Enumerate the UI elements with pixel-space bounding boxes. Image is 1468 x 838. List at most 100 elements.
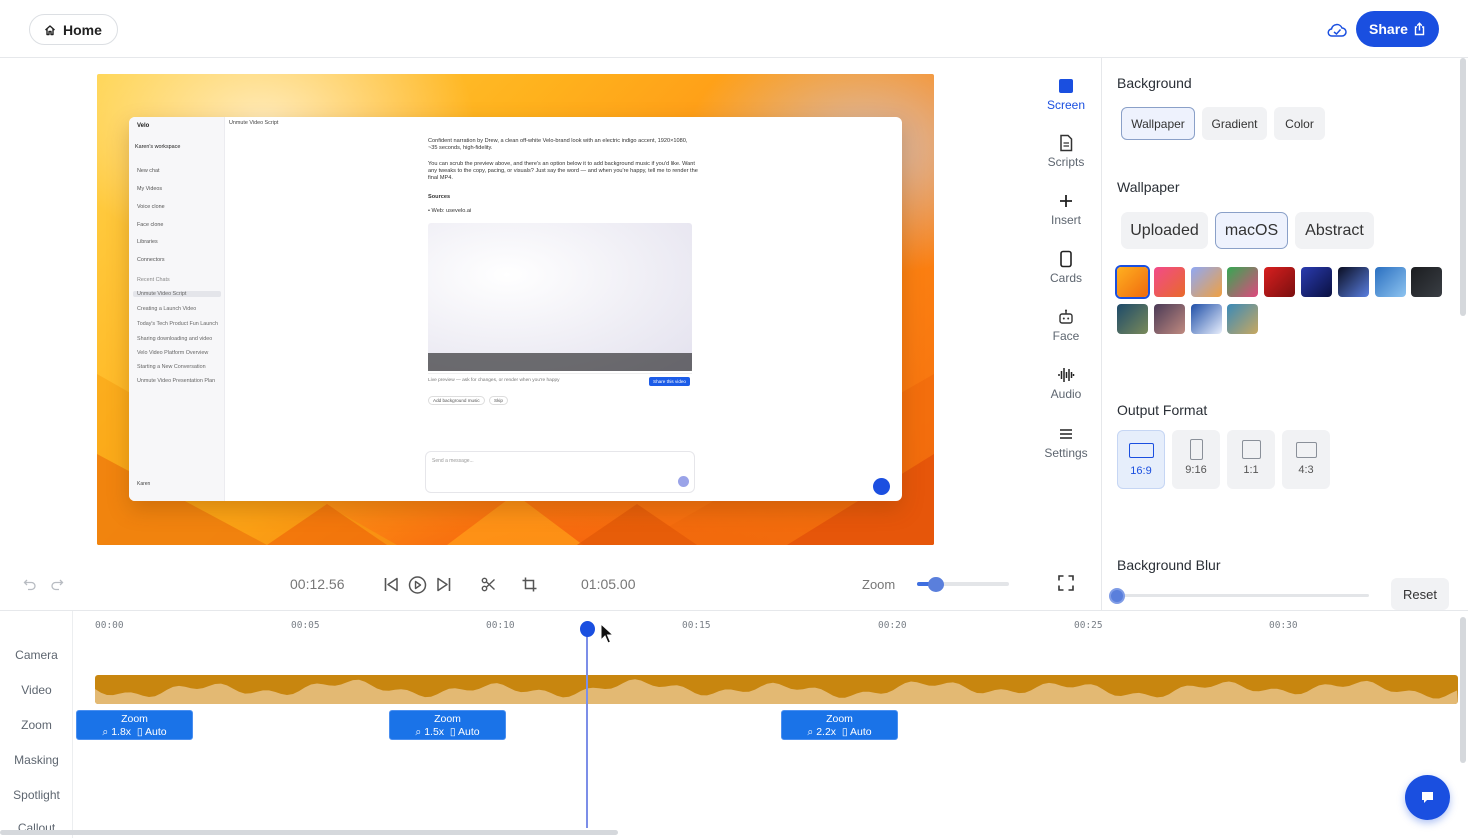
wallpaper-thumbnail[interactable] xyxy=(1153,304,1185,334)
wallpaper-thumbnail[interactable] xyxy=(1117,304,1148,334)
home-icon xyxy=(45,24,55,35)
tool-settings[interactable]: Settings xyxy=(1036,425,1096,460)
scissors-icon[interactable] xyxy=(481,577,496,592)
zoom-clip-title: Zoom xyxy=(826,713,853,725)
tool-scripts[interactable]: Scripts xyxy=(1036,134,1096,169)
card-icon xyxy=(1060,250,1072,268)
mouse-icon: ▯ xyxy=(136,726,143,738)
tab-macos[interactable]: macOS xyxy=(1215,212,1288,249)
crop-icon[interactable] xyxy=(522,577,537,592)
track-label-masking: Masking xyxy=(14,753,59,767)
message-box: Send a message... xyxy=(425,451,695,493)
zoom-clip[interactable]: Zoom ⌕ 1.5x ▯ Auto xyxy=(389,710,506,740)
cloud-saved-icon[interactable] xyxy=(1326,19,1348,41)
wallpaper-thumbnail[interactable] xyxy=(1227,304,1259,334)
playhead-line xyxy=(586,630,588,828)
time-tick: 00:20 xyxy=(878,620,907,631)
format-16-9[interactable]: 16:9 xyxy=(1117,430,1165,489)
current-time: 00:12.56 xyxy=(290,576,345,592)
playhead-handle[interactable] xyxy=(580,621,595,637)
wallpaper-thumbnail[interactable] xyxy=(1264,267,1296,297)
format-label: 9:16 xyxy=(1185,464,1207,476)
zoom-factor: 2.2x xyxy=(816,726,837,738)
format-1-1[interactable]: 1:1 xyxy=(1227,430,1275,489)
home-button[interactable]: Home xyxy=(29,14,118,45)
tab-abstract[interactable]: Abstract xyxy=(1295,212,1374,249)
zoom-mode: Auto xyxy=(145,726,167,738)
zoom-slider-handle[interactable] xyxy=(928,577,944,592)
tab-uploaded[interactable]: Uploaded xyxy=(1121,212,1208,249)
audio-waveform xyxy=(95,679,1458,704)
wallpaper-thumbnail[interactable] xyxy=(1374,267,1406,297)
sidebar-item: Voice clone xyxy=(137,204,165,210)
wallpaper-thumbnail[interactable] xyxy=(1301,267,1332,297)
sidebar-item: My Videos xyxy=(137,186,163,192)
wallpaper-thumbnail[interactable] xyxy=(1117,267,1148,297)
wallpaper-thumbnail[interactable] xyxy=(1153,267,1185,297)
wallpaper-thumbnail[interactable] xyxy=(1227,267,1259,297)
tab-gradient[interactable]: Gradient xyxy=(1202,107,1267,140)
chip-music: Add background music xyxy=(428,396,485,405)
tab-color[interactable]: Color xyxy=(1274,107,1325,140)
zoom-mode: Auto xyxy=(850,726,872,738)
zoom-label: Zoom xyxy=(862,577,896,592)
output-format-title: Output Format xyxy=(1117,402,1208,418)
timeline-vertical-scrollbar[interactable] xyxy=(1460,617,1466,763)
reset-button[interactable]: Reset xyxy=(1391,578,1449,610)
share-video-button: Share this video xyxy=(649,377,690,386)
timeline-horizontal-scrollbar[interactable] xyxy=(0,830,618,835)
mouse-icon: ▯ xyxy=(449,726,456,738)
home-label: Home xyxy=(63,21,102,38)
track-label-spotlight: Spotlight xyxy=(13,788,60,802)
tool-face[interactable]: Face xyxy=(1036,308,1096,343)
tool-audio[interactable]: Audio xyxy=(1036,366,1096,401)
background-title: Background xyxy=(1117,75,1192,91)
time-tick: 00:10 xyxy=(486,620,515,631)
wallpaper-thumbnail[interactable] xyxy=(1411,267,1443,297)
blur-slider-track[interactable] xyxy=(1117,594,1369,597)
video-clip[interactable] xyxy=(95,675,1458,704)
sidebar-item: Libraries xyxy=(137,239,158,245)
wallpaper-thumbnail[interactable] xyxy=(1190,267,1222,297)
tool-label: Audio xyxy=(1050,387,1082,401)
fullscreen-icon[interactable] xyxy=(1058,575,1074,591)
recent-chat-item: Starting a New Conversation xyxy=(137,364,206,370)
magnify-icon: ⌕ xyxy=(415,726,422,738)
track-label-zoom: Zoom xyxy=(21,718,52,732)
timeline[interactable]: Camera Video Zoom Masking Spotlight Call… xyxy=(0,610,1468,838)
player-controls xyxy=(428,353,692,371)
tool-insert[interactable]: Insert xyxy=(1036,192,1096,227)
wallpaper-thumbnail[interactable] xyxy=(1337,267,1369,297)
video-preview[interactable]: Velo Karen's workspace New chat My Video… xyxy=(97,74,934,545)
tab-wallpaper[interactable]: Wallpaper xyxy=(1121,107,1195,140)
skip-forward-icon[interactable] xyxy=(436,576,452,593)
zoom-mode: Auto xyxy=(458,726,480,738)
skip-back-icon[interactable] xyxy=(383,576,399,593)
share-icon xyxy=(1414,22,1425,36)
app-sidebar: Velo Karen's workspace New chat My Video… xyxy=(129,117,225,501)
live-preview-text: Live preview — ask for changes, or rende… xyxy=(428,378,560,383)
magnify-icon: ⌕ xyxy=(807,726,814,738)
undo-icon[interactable] xyxy=(23,578,37,592)
zoom-clip[interactable]: Zoom ⌕ 1.8x ▯ Auto xyxy=(76,710,193,740)
share-button[interactable]: Share xyxy=(1356,11,1439,47)
panel-scrollbar[interactable] xyxy=(1460,58,1466,316)
wallpaper-thumbnail[interactable] xyxy=(1190,304,1222,334)
screen-icon xyxy=(1059,79,1073,93)
redo-icon[interactable] xyxy=(50,578,64,592)
format-4-3[interactable]: 4:3 xyxy=(1282,430,1330,489)
blur-slider-handle[interactable] xyxy=(1109,588,1125,604)
chat-support-button[interactable] xyxy=(1405,775,1450,820)
zoom-clip[interactable]: Zoom ⌕ 2.2x ▯ Auto xyxy=(781,710,898,740)
recent-chat-item: Today's Tech Product Fun Launch xyxy=(137,321,218,327)
sources-title: Sources xyxy=(428,194,451,200)
four-three-icon xyxy=(1295,442,1317,458)
chat-breadcrumb: Unmute Video Script xyxy=(229,120,279,126)
tool-screen[interactable]: Screen xyxy=(1036,77,1096,112)
format-9-16[interactable]: 9:16 xyxy=(1172,430,1220,489)
square-icon xyxy=(1241,440,1261,459)
background-blur-title: Background Blur xyxy=(1117,557,1221,573)
tool-cards[interactable]: Cards xyxy=(1036,250,1096,285)
play-icon[interactable] xyxy=(408,576,427,594)
source-item: • Web: usevelo.ai xyxy=(428,208,472,214)
